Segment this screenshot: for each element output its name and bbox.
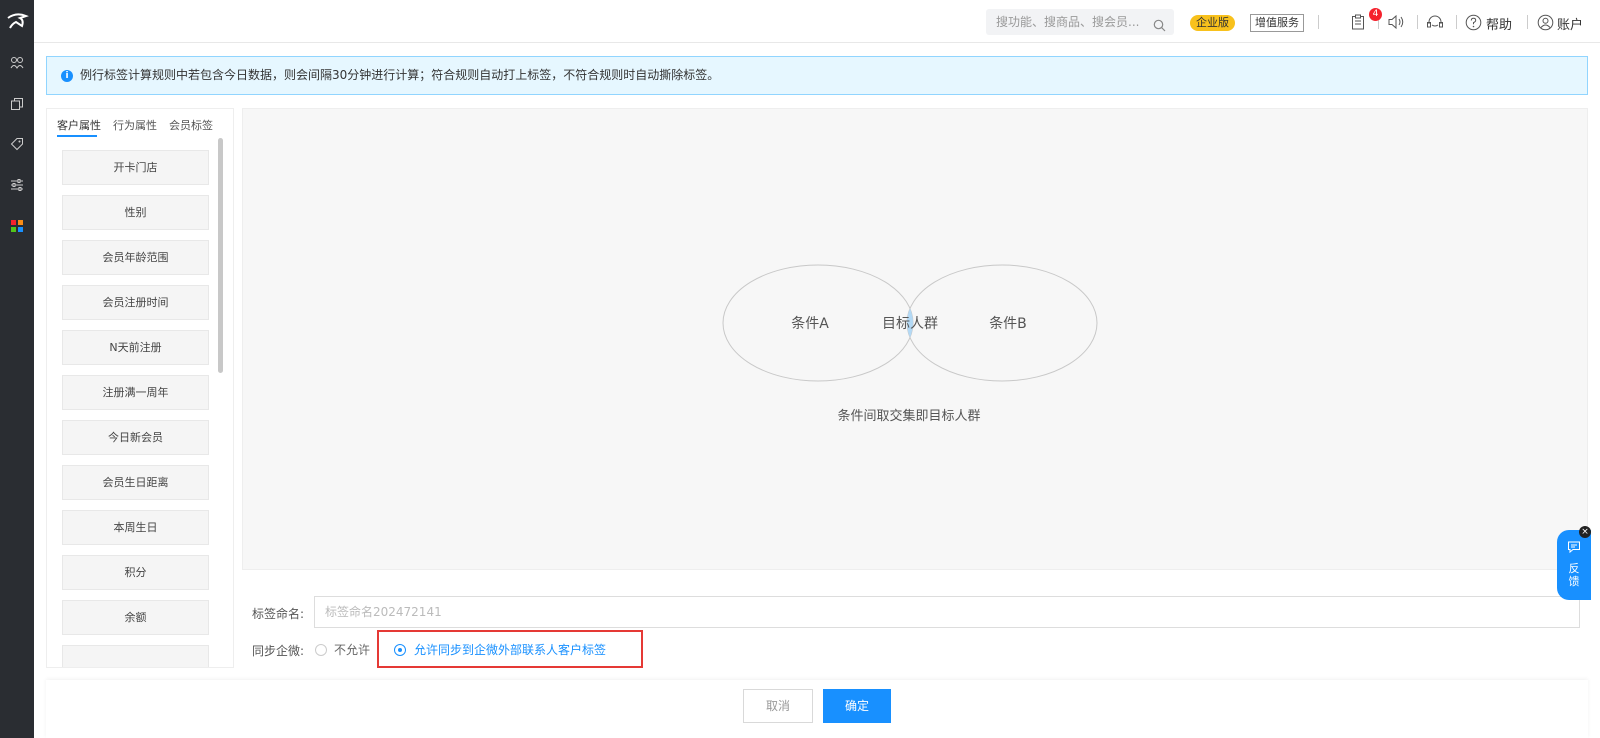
announcement-speaker-icon[interactable] <box>1386 12 1406 32</box>
attribute-item-partial[interactable] <box>62 645 209 667</box>
help-link[interactable]: 帮助 <box>1486 14 1512 33</box>
attribute-item[interactable]: 会员年龄范围 <box>62 240 209 275</box>
attribute-item[interactable]: 会员生日距离 <box>62 465 209 500</box>
tab-member-tags[interactable]: 会员标签 <box>169 117 213 133</box>
attribute-item[interactable]: 积分 <box>62 555 209 590</box>
feedback-label: 反 <box>1568 562 1580 575</box>
tag-name-input[interactable]: 标签命名202472141 <box>314 596 1580 628</box>
toolbar-divider <box>1417 15 1418 29</box>
target-audience-label: 目标人群 <box>882 316 938 332</box>
info-icon: i <box>61 70 73 82</box>
tags-nav-icon[interactable] <box>7 134 27 154</box>
toolbar-divider <box>1318 15 1319 29</box>
attribute-item[interactable]: 余额 <box>62 600 209 635</box>
confirm-button[interactable]: 确定 <box>823 689 891 723</box>
attribute-item[interactable]: 开卡门店 <box>62 150 209 185</box>
orders-nav-icon[interactable] <box>7 94 27 114</box>
cancel-button[interactable]: 取消 <box>743 689 813 723</box>
attribute-item[interactable]: 今日新会员 <box>62 420 209 455</box>
customer-service-headset-icon[interactable] <box>1425 12 1445 32</box>
attribute-item[interactable]: 会员注册时间 <box>62 285 209 320</box>
venn-caption: 条件间取交集即目标人群 <box>837 409 981 424</box>
toolbar-divider <box>1527 15 1528 29</box>
attribute-item[interactable]: 性别 <box>62 195 209 230</box>
search-icon[interactable] <box>1153 15 1166 41</box>
value-added-services-button[interactable]: 增值服务 <box>1250 14 1304 32</box>
left-nav-sidebar <box>0 0 34 738</box>
global-search-input[interactable]: 搜功能、搜商品、搜会员... <box>986 9 1174 35</box>
clipboard-icon[interactable] <box>1348 12 1368 32</box>
feedback-label: 馈 <box>1568 575 1580 588</box>
app-logo-icon[interactable] <box>4 10 30 32</box>
tab-behavior-attributes[interactable]: 行为属性 <box>113 117 157 133</box>
venn-diagram: 条件A 目标人群 条件B <box>722 264 1098 382</box>
deny-sync-option[interactable]: 不允许 <box>334 641 370 658</box>
info-notice-banner: i 例行标签计算规则中若包含今日数据，则会间隔30分钟进行计算；符合规则自动打上… <box>46 56 1588 95</box>
feedback-button[interactable]: × 反 馈 <box>1557 526 1591 600</box>
attribute-list-scrollbar[interactable] <box>218 138 223 373</box>
tag-name-label: 标签命名: <box>252 607 305 621</box>
attribute-panel: 客户属性 行为属性 会员标签 开卡门店 性别 会员年龄范围 会员注册时间 N天前… <box>46 108 234 668</box>
apps-grid-nav-icon[interactable] <box>7 216 27 236</box>
highlight-annotation-box <box>377 630 643 668</box>
account-user-icon[interactable] <box>1535 12 1555 32</box>
condition-a-label: 条件A <box>791 315 829 332</box>
attribute-item[interactable]: 本周生日 <box>62 510 209 545</box>
action-footer <box>46 680 1588 738</box>
account-link[interactable]: 账户 <box>1557 14 1583 33</box>
edition-badge[interactable]: 企业版 <box>1190 15 1235 31</box>
help-question-icon[interactable] <box>1463 12 1483 32</box>
sync-wecom-label: 同步企微: <box>252 644 305 658</box>
feedback-chat-icon <box>1567 540 1581 557</box>
toolbar-divider <box>1456 15 1457 29</box>
feedback-close-icon[interactable]: × <box>1579 526 1591 538</box>
tab-customer-attributes[interactable]: 客户属性 <box>57 117 101 133</box>
search-placeholder: 搜功能、搜商品、搜会员... <box>996 15 1140 29</box>
active-tab-indicator <box>57 135 97 137</box>
notice-text: 例行标签计算规则中若包含今日数据，则会间隔30分钟进行计算；符合规则自动打上标签… <box>80 68 720 82</box>
condition-b-label: 条件B <box>989 315 1027 332</box>
notification-count-badge: 4 <box>1369 8 1382 21</box>
attribute-item[interactable]: N天前注册 <box>62 330 209 365</box>
settings-sliders-nav-icon[interactable] <box>7 175 27 195</box>
customers-nav-icon[interactable] <box>7 53 27 73</box>
deny-sync-radio[interactable] <box>315 644 327 656</box>
